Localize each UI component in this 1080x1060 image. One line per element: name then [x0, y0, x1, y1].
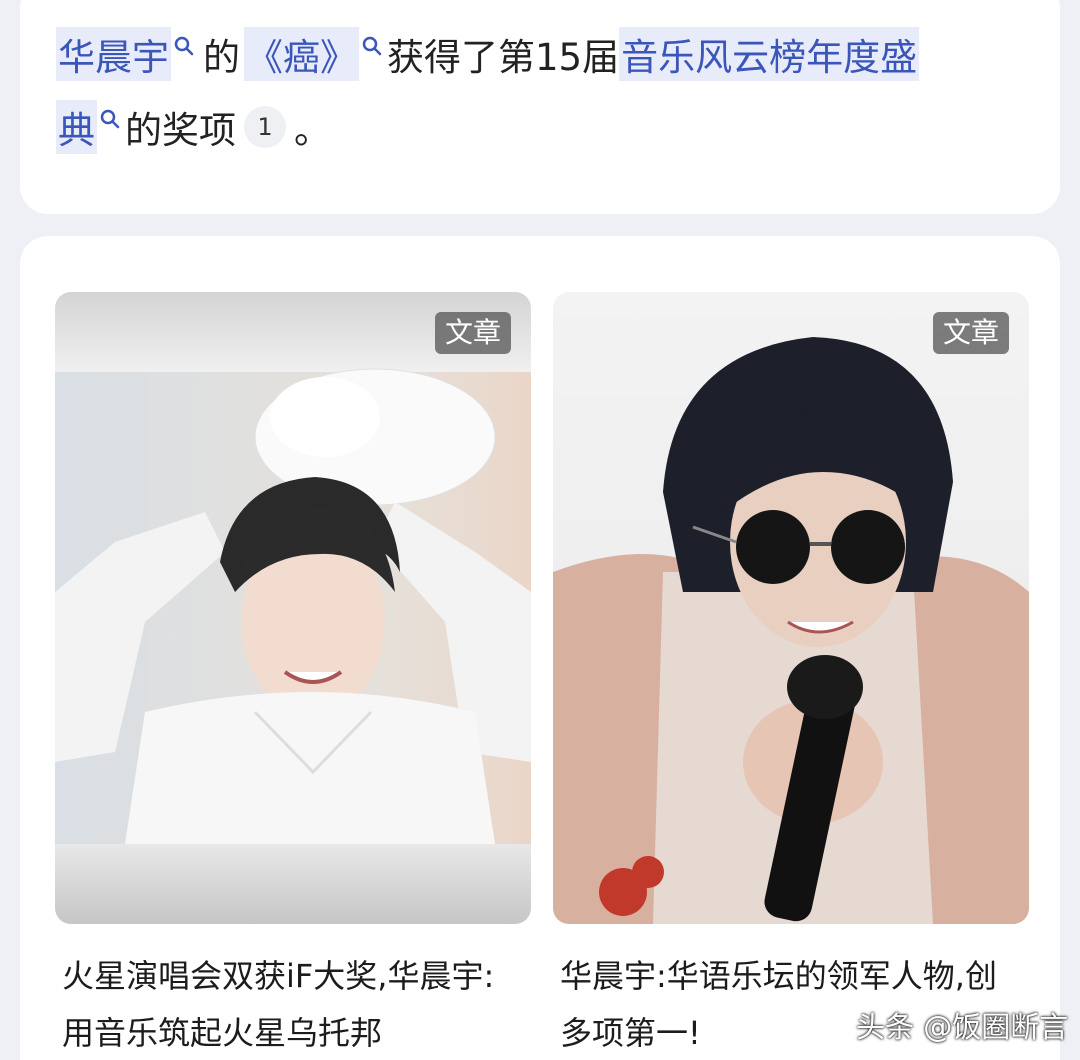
event-link[interactable]: 音乐风云榜年度盛: [619, 27, 920, 81]
event-link-continued[interactable]: 典: [56, 100, 97, 154]
answer-line-2: 典 的奖项 1 。: [56, 100, 331, 154]
answer-text: 的奖项: [125, 109, 236, 152]
answer-line-1: 华晨宇 的 《癌》 获得了第15届 音乐风云榜年度盛: [56, 27, 920, 81]
song-link[interactable]: 《癌》: [244, 27, 359, 81]
answer-text: 获得了第15届: [387, 36, 620, 79]
search-icon[interactable]: [361, 35, 383, 57]
answer-period: 。: [294, 109, 331, 152]
portrait-sunglasses-microphone-image: [553, 292, 1029, 924]
result-thumbnail[interactable]: 文章: [55, 292, 531, 924]
artist-link[interactable]: 华晨宇: [56, 27, 171, 81]
article-badge: 文章: [434, 312, 511, 354]
answer-text: 的: [203, 36, 240, 79]
search-icon[interactable]: [99, 108, 121, 130]
watermark: 头条 @饭圈断言: [856, 1010, 1069, 1044]
result-title[interactable]: 火星演唱会双获iF大奖,华晨宇:用音乐筑起火星乌托邦: [62, 948, 522, 1060]
citation-badge[interactable]: 1: [244, 106, 286, 148]
answer-card: 华晨宇 的 《癌》 获得了第15届 音乐风云榜年度盛 典 的奖项 1 。: [20, 0, 1060, 214]
portrait-white-outfit-image: [55, 292, 531, 924]
result-thumbnail[interactable]: 文章: [553, 292, 1029, 924]
article-badge: 文章: [932, 312, 1009, 354]
page: 华晨宇 的 《癌》 获得了第15届 音乐风云榜年度盛 典 的奖项 1 。 文章 …: [0, 0, 1080, 1060]
search-icon[interactable]: [173, 35, 195, 57]
